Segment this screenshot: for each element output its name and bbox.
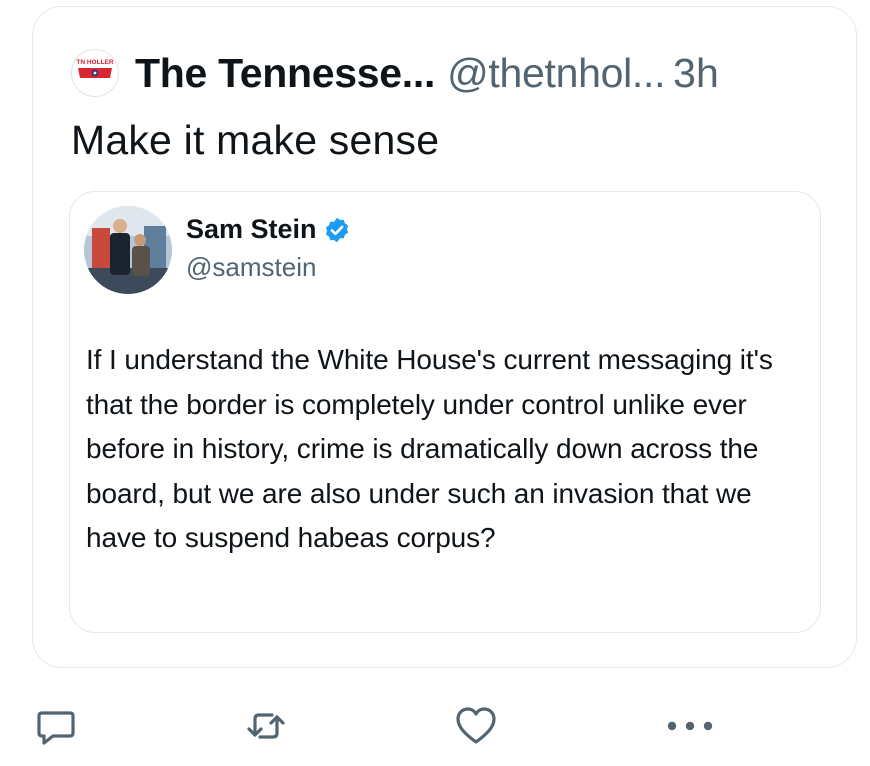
author-avatar[interactable]: TN HOLLER	[71, 49, 119, 97]
post-card[interactable]: TN HOLLER The Tennesse... @thetnhol... 3…	[32, 6, 857, 668]
repost-button[interactable]	[236, 696, 296, 756]
quoted-author-name[interactable]: Sam Stein	[186, 214, 317, 245]
tn-holler-logo-icon: TN HOLLER	[76, 59, 114, 78]
author-handle[interactable]: @thetnhol...	[447, 50, 665, 97]
more-button[interactable]	[660, 696, 720, 756]
more-icon	[667, 721, 713, 731]
like-button[interactable]	[446, 696, 506, 756]
post-header: TN HOLLER The Tennesse... @thetnhol... 3…	[71, 47, 719, 99]
author-name[interactable]: The Tennesse...	[135, 50, 435, 97]
verified-badge-icon	[325, 217, 348, 242]
reply-button[interactable]	[26, 696, 86, 756]
post-timestamp[interactable]: 3h	[673, 50, 719, 97]
quoted-author-handle[interactable]: @samstein	[186, 252, 316, 283]
quoted-post[interactable]: Sam Stein @samstein If I understand the …	[69, 191, 821, 633]
quoted-author-row: Sam Stein	[186, 214, 351, 245]
reply-icon	[37, 711, 75, 745]
action-bar	[0, 696, 870, 756]
post-text: Make it make sense	[71, 117, 440, 163]
heart-icon	[456, 707, 496, 744]
svg-text:TN HOLLER: TN HOLLER	[76, 59, 113, 66]
avatar-photo	[84, 206, 172, 294]
quoted-post-text: If I understand the White House's curren…	[86, 344, 773, 554]
repost-icon	[247, 713, 285, 739]
quoted-author-avatar[interactable]	[84, 206, 172, 294]
